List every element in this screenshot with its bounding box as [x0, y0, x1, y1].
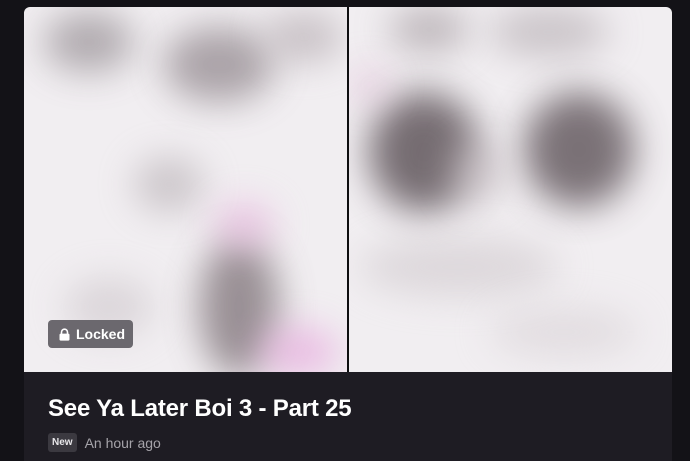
blurred-thumbnails[interactable]: Locked [24, 7, 672, 372]
page: Locked See Ya Later Boi 3 - Part 25 New … [0, 0, 690, 461]
blur-shape [359, 237, 559, 297]
post-meta: New An hour ago [48, 433, 161, 452]
blur-shape [134, 157, 204, 212]
blur-shape [349, 67, 389, 102]
blur-shape [214, 202, 274, 247]
new-badge: New [48, 433, 77, 452]
blur-shape [489, 307, 639, 357]
blur-shape [449, 142, 509, 202]
blur-shape [264, 12, 344, 62]
blurred-thumbnail-right[interactable] [349, 7, 672, 372]
blur-shape [164, 27, 274, 102]
lock-icon [59, 327, 70, 341]
blurred-thumbnail-left[interactable] [24, 7, 347, 372]
blur-shape [524, 92, 634, 207]
blur-shape [389, 7, 469, 52]
blur-shape [259, 327, 339, 372]
locked-label: Locked [76, 326, 126, 342]
post-card[interactable]: Locked See Ya Later Boi 3 - Part 25 New … [24, 7, 672, 461]
post-timestamp: An hour ago [84, 434, 161, 451]
blur-shape [44, 12, 134, 72]
post-title[interactable]: See Ya Later Boi 3 - Part 25 [48, 395, 352, 423]
locked-badge: Locked [48, 320, 134, 348]
blur-shape [489, 7, 609, 57]
